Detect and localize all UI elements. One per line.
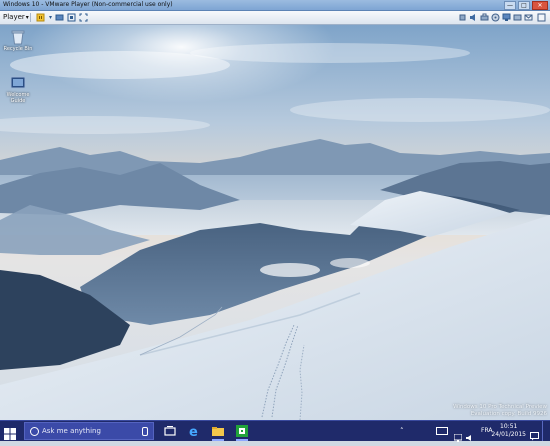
recycle-bin-icon (10, 29, 26, 45)
window-title: Windows 10 - VMware Player (Non-commerci… (3, 1, 173, 8)
cortana-icon (30, 427, 39, 436)
clock-date: 24/01/2015 (491, 431, 526, 438)
store-icon[interactable] (234, 423, 250, 441)
message-icon[interactable] (524, 13, 533, 22)
printer-icon[interactable] (480, 13, 489, 22)
evaluation-watermark: Windows 10 Pro Technical Preview Evaluat… (453, 404, 547, 418)
shortcut-icon (10, 75, 26, 91)
desktop-icon-recycle-bin[interactable]: Recycle Bin (1, 29, 35, 52)
disk-icon[interactable] (491, 13, 500, 22)
pause-icon[interactable] (36, 13, 45, 22)
desktop[interactable]: Recycle Bin Welcome Guide Windows 10 Pro… (0, 25, 550, 420)
vmware-toolbar: Player ▾ (0, 11, 550, 25)
microphone-icon[interactable] (142, 427, 148, 436)
network-status-icon[interactable] (453, 427, 463, 442)
network-icon[interactable] (502, 13, 511, 22)
search-placeholder: Ask me anything (42, 427, 101, 435)
windows-logo-icon (4, 428, 16, 440)
player-menu[interactable]: Player (3, 13, 29, 22)
start-button[interactable] (4, 425, 16, 440)
vmware-title-bar[interactable]: Windows 10 - VMware Player (Non-commerci… (0, 0, 550, 11)
minimize-button[interactable]: — (504, 1, 516, 10)
clock[interactable]: 10:51 24/01/2015 (491, 423, 526, 439)
mountain-wallpaper (0, 25, 550, 420)
chevron-up-icon[interactable]: ˄ (400, 427, 404, 435)
show-desktop-button[interactable] (542, 421, 546, 441)
close-button[interactable]: ✕ (532, 1, 548, 10)
dropdown-arrow-icon[interactable]: ▾ (46, 13, 55, 22)
volume-icon[interactable] (466, 427, 474, 441)
desktop-icon-label: Welcome Guide (6, 92, 30, 104)
toolbar-separator (30, 13, 31, 22)
usb-icon[interactable] (458, 13, 467, 22)
edge-icon[interactable]: e (186, 423, 202, 440)
maximize-vm-icon[interactable] (537, 13, 546, 22)
notifications-icon[interactable] (530, 426, 539, 441)
desktop-icon-label: Recycle Bin (3, 46, 33, 52)
keyboard-icon[interactable] (436, 427, 448, 435)
search-box[interactable]: Ask me anything (24, 422, 154, 440)
send-ctrl-alt-del-icon[interactable] (55, 13, 64, 22)
taskbar: Ask me anything e ˄ FRA 10:51 24/01/2015 (0, 420, 550, 442)
watermark-line: Evaluation copy. Build 9926 (470, 411, 547, 417)
sound-icon[interactable] (469, 13, 478, 22)
unity-icon[interactable] (67, 13, 76, 22)
watermark-line: Windows 10 Pro Technical Preview (453, 404, 547, 410)
desktop-icon-welcome-guide[interactable]: Welcome Guide (1, 75, 35, 104)
clock-time: 10:51 (500, 423, 518, 430)
hdd-icon[interactable] (513, 13, 522, 22)
fullscreen-icon[interactable] (79, 13, 88, 22)
file-explorer-icon[interactable] (210, 423, 226, 441)
svg-text:e: e (189, 425, 198, 439)
task-view-icon[interactable] (162, 423, 178, 439)
system-tray: ˄ FRA 10:51 24/01/2015 (396, 421, 546, 442)
maximize-button[interactable]: □ (518, 1, 530, 10)
